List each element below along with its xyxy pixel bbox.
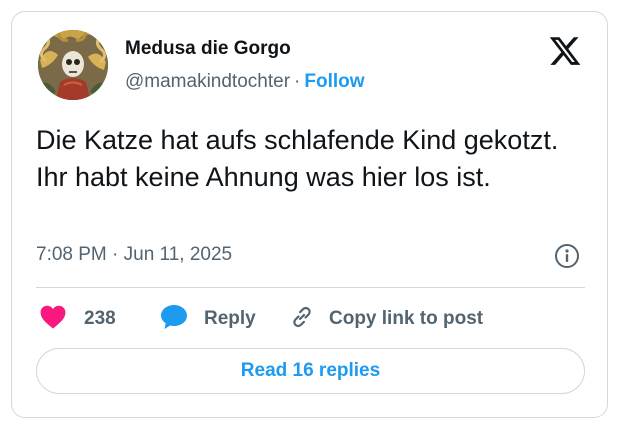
read-replies-button[interactable]: Read 16 replies bbox=[36, 348, 585, 394]
author-handle-row: @mamakindtochter · Follow bbox=[125, 71, 365, 93]
like-button[interactable]: 238 bbox=[40, 305, 116, 333]
info-icon[interactable] bbox=[554, 243, 580, 269]
tweet-text: Die Katze hat aufs schlafende Kind gekot… bbox=[36, 125, 559, 192]
handle-separator: · bbox=[294, 71, 301, 92]
copy-link-label: Copy link to post bbox=[329, 308, 484, 329]
link-icon bbox=[289, 304, 315, 335]
tweet-timestamp[interactable]: 7:08 PM · Jun 11, 2025 bbox=[36, 244, 232, 266]
reply-label: Reply bbox=[204, 308, 256, 329]
x-logo-icon[interactable] bbox=[548, 34, 582, 68]
tweet-card: Medusa die Gorgo @mamakindtochter · Follow… bbox=[11, 11, 608, 418]
avatar[interactable] bbox=[38, 30, 108, 100]
avatar-image bbox=[38, 30, 108, 100]
heart-icon bbox=[40, 305, 66, 334]
reply-button[interactable]: Reply bbox=[160, 304, 256, 335]
author-handle[interactable]: @mamakindtochter bbox=[125, 71, 290, 92]
divider bbox=[36, 287, 585, 288]
speech-bubble-icon bbox=[160, 304, 188, 335]
like-count: 238 bbox=[84, 308, 116, 329]
author-display-name[interactable]: Medusa die Gorgo bbox=[125, 38, 291, 60]
read-replies-label: Read 16 replies bbox=[240, 360, 381, 381]
follow-button[interactable]: Follow bbox=[304, 71, 364, 92]
copy-link-button[interactable]: Copy link to post bbox=[289, 305, 483, 333]
